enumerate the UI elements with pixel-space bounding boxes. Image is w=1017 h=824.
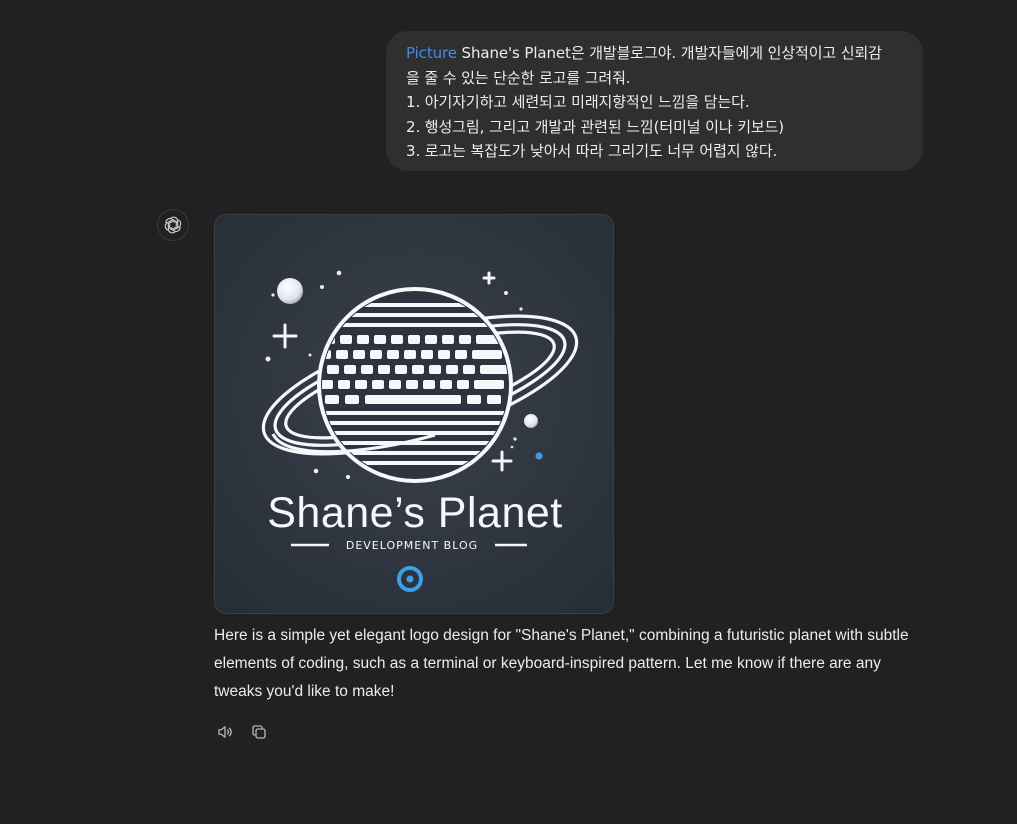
user-message-bubble: Picture Shane's Planet은 개발블로그야. 개발자들에게 인… [386,31,923,171]
user-message-line-5: 3. 로고는 복잡도가 낮아서 따라 그리기도 너무 어렵지 않다. [406,142,778,160]
picture-tag[interactable]: Picture [406,44,457,62]
chatgpt-logo-icon [163,216,183,234]
assistant-response-text: Here is a simple yet elegant logo design… [214,627,909,700]
copy-button[interactable] [248,721,270,743]
small-moon [277,278,303,304]
logo-title-text: Shane’s Planet [267,489,563,537]
chat-page: Picture Shane's Planet은 개발블로그야. 개발자들에게 인… [0,0,1017,824]
user-message-line-3: 1. 아기자기하고 세련되고 미래지향적인 느낌을 담는다. [406,93,750,111]
message-actions [214,721,270,743]
user-message-line-2: 을 줄 수 있는 단순한 로고를 그려줘. [406,68,631,87]
copy-icon [252,725,266,739]
speaker-icon [218,726,232,738]
read-aloud-button[interactable] [214,721,236,743]
planet-logo-illustration: Shane’s Planet DEVELOPMENT BLOG [215,215,613,613]
logo-subtitle-text: DEVELOPMENT BLOG [346,539,478,552]
generated-logo-image[interactable]: Shane’s Planet DEVELOPMENT BLOG [214,214,614,614]
user-message-line-4: 2. 행성그림, 그리고 개발과 관련된 느낌(터미널 이나 키보드) [406,117,785,136]
user-message-line-1: Picture Shane's Planet은 개발블로그야. 개발자들에게 인… [406,41,903,66]
assistant-avatar [157,209,189,241]
blue-star-dot [535,452,543,460]
user-message-line-1-text: Shane's Planet은 개발블로그야. 개발자들에게 인상적이고 신뢰감 [456,44,882,62]
small-moon-right [524,414,538,428]
